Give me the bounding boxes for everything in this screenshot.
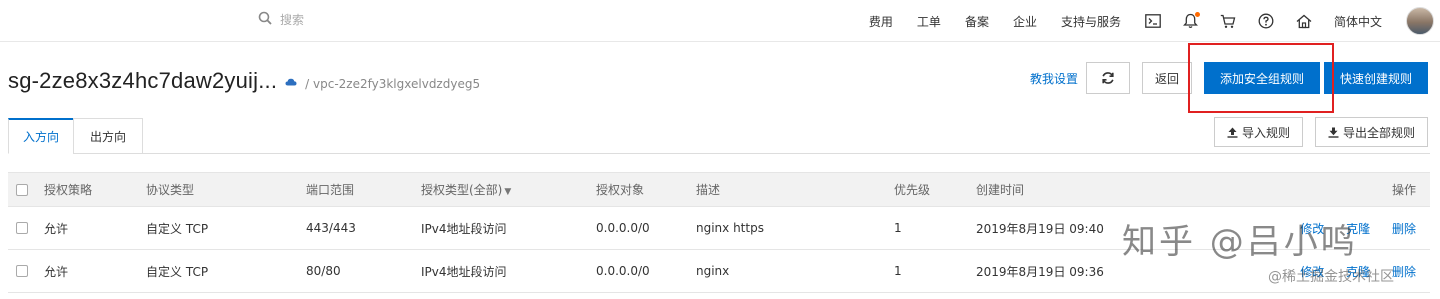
- search-box[interactable]: [258, 11, 440, 28]
- cloud-icon[interactable]: [285, 78, 297, 86]
- import-rules-label: 导入规则: [1241, 125, 1290, 140]
- col-priority: 优先级: [894, 183, 931, 197]
- tab-outbound[interactable]: 出方向: [73, 118, 143, 154]
- col-object: 授权对象: [596, 183, 645, 197]
- delete-rule-link[interactable]: 删除: [1392, 265, 1416, 279]
- clone-rule-link[interactable]: 克隆: [1346, 265, 1370, 279]
- home-icon[interactable]: [1296, 14, 1312, 29]
- cell-policy: 允许: [44, 264, 69, 279]
- notification-dot: [1194, 12, 1200, 17]
- upload-icon: [1227, 127, 1238, 138]
- col-auth-type[interactable]: 授权类型(全部) ▼: [421, 181, 596, 198]
- caret-down-icon[interactable]: ▼: [504, 187, 511, 197]
- cell-auth-type: IPv4地址段访问: [421, 264, 507, 279]
- tutorial-link[interactable]: 教我设置: [1030, 70, 1078, 87]
- col-desc: 描述: [696, 183, 721, 197]
- cell-desc: nginx https: [696, 221, 764, 235]
- cell-auth-type: IPv4地址段访问: [421, 221, 507, 236]
- export-rules-label: 导出全部规则: [1342, 125, 1415, 140]
- cell-ops: 修改 克隆 删除: [1166, 220, 1430, 237]
- refresh-button[interactable]: [1086, 62, 1130, 94]
- cell-desc: nginx: [696, 264, 730, 278]
- cell-priority: 1: [894, 264, 902, 278]
- delete-rule-link[interactable]: 删除: [1392, 222, 1416, 236]
- cell-created: 2019年8月19日 09:40: [976, 221, 1104, 236]
- breadcrumb[interactable]: / vpc-2ze2fy3klgxelvdzdyeg5: [305, 77, 480, 91]
- rules-table: 授权策略 协议类型 端口范围 授权类型(全部) ▼ 授权对象 描述 优先级 创建时…: [8, 172, 1430, 293]
- nav-link-enterprise[interactable]: 企业: [1013, 13, 1037, 30]
- cell-port: 443/443: [306, 221, 356, 235]
- col-ops: 操作: [1391, 183, 1416, 197]
- col-policy: 授权策略: [44, 183, 93, 197]
- page-title: sg-2ze8x3z4hc7daw2yuij...: [8, 68, 278, 93]
- edit-rule-link[interactable]: 修改: [1300, 265, 1324, 279]
- row-checkbox[interactable]: [16, 222, 28, 234]
- header-actions: 教我设置 返回 添加安全组规则 快速创建规则: [1030, 62, 1428, 94]
- top-navbar: 费用 工单 备案 企业 支持与服务 简体中文: [0, 0, 1440, 42]
- table-header-row: 授权策略 协议类型 端口范围 授权类型(全部) ▼ 授权对象 描述 优先级 创建时…: [8, 172, 1430, 207]
- col-protocol: 协议类型: [146, 183, 195, 197]
- terminal-icon[interactable]: [1145, 14, 1161, 28]
- edit-rule-link[interactable]: 修改: [1300, 222, 1324, 236]
- export-rules-button[interactable]: 导出全部规则: [1314, 117, 1428, 147]
- rule-tools: 导入规则 导出全部规则: [1202, 117, 1428, 147]
- nav-link-support[interactable]: 支持与服务: [1061, 13, 1121, 30]
- table-row: 允许 自定义 TCP 443/443 IPv4地址段访问 0.0.0.0/0 n…: [8, 207, 1430, 250]
- cart-icon[interactable]: [1220, 14, 1236, 29]
- cell-object: 0.0.0.0/0: [596, 221, 650, 235]
- tabs-divider: [143, 153, 1430, 154]
- cell-policy: 允许: [44, 221, 69, 236]
- cell-ops: 修改 克隆 删除: [1166, 263, 1430, 280]
- clone-rule-link[interactable]: 克隆: [1346, 222, 1370, 236]
- cell-protocol: 自定义 TCP: [146, 221, 209, 236]
- back-button[interactable]: 返回: [1142, 62, 1192, 94]
- help-icon[interactable]: [1258, 13, 1274, 29]
- bell-icon[interactable]: [1183, 12, 1200, 29]
- select-all-checkbox[interactable]: [16, 183, 28, 196]
- avatar[interactable]: [1406, 7, 1434, 35]
- refresh-icon: [1102, 72, 1114, 84]
- row-checkbox[interactable]: [16, 265, 28, 277]
- cell-protocol: 自定义 TCP: [146, 264, 209, 279]
- tab-inbound[interactable]: 入方向: [8, 118, 74, 154]
- col-auth-type-label: 授权类型(全部): [421, 183, 503, 197]
- cell-priority: 1: [894, 221, 902, 235]
- nav-link-tickets[interactable]: 工单: [917, 13, 941, 30]
- search-icon[interactable]: [258, 11, 272, 28]
- language-selector[interactable]: 简体中文: [1334, 13, 1382, 30]
- cell-object: 0.0.0.0/0: [596, 264, 650, 278]
- page-header: sg-2ze8x3z4hc7daw2yuij... / vpc-2ze2fy3k…: [8, 68, 480, 94]
- cell-created: 2019年8月19日 09:36: [976, 264, 1104, 279]
- table-row: 允许 自定义 TCP 80/80 IPv4地址段访问 0.0.0.0/0 ngi…: [8, 250, 1430, 293]
- search-input[interactable]: [280, 12, 440, 27]
- top-nav-links: 费用 工单 备案 企业 支持与服务 简体中文: [869, 0, 1440, 42]
- cell-port: 80/80: [306, 264, 341, 278]
- add-rule-button[interactable]: 添加安全组规则: [1204, 62, 1320, 94]
- col-port: 端口范围: [306, 183, 355, 197]
- quick-create-rule-button[interactable]: 快速创建规则: [1324, 62, 1428, 94]
- import-rules-button[interactable]: 导入规则: [1213, 117, 1303, 147]
- nav-link-icp[interactable]: 备案: [965, 13, 989, 30]
- download-icon: [1328, 127, 1339, 138]
- nav-link-billing[interactable]: 费用: [869, 13, 893, 30]
- direction-tabs: 入方向 出方向: [8, 118, 143, 154]
- col-created: 创建时间: [976, 183, 1025, 197]
